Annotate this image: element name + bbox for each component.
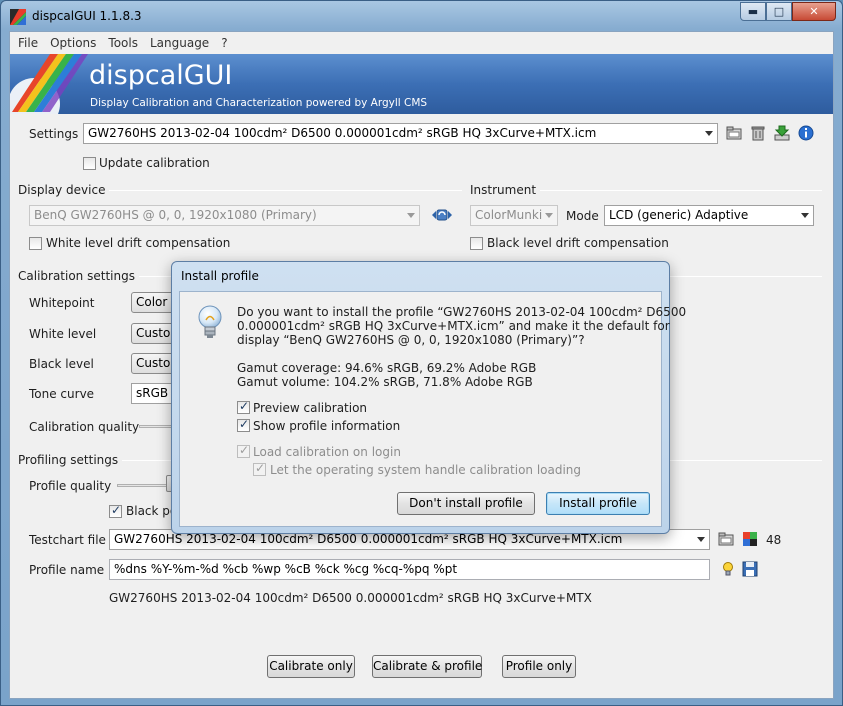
instrument-section: Instrument [470,183,822,197]
whitepoint-label: Whitepoint [29,296,95,310]
app-icon [10,9,26,25]
calibration-quality-label: Calibration quality [29,420,140,434]
instrument-value: ColorMunki [475,208,543,222]
refresh-icon[interactable] [431,207,453,223]
profile-quality-label: Profile quality [29,479,112,493]
display-device-heading: Display device [18,183,110,197]
download-icon[interactable] [774,125,790,141]
color-grid-icon[interactable] [742,531,758,547]
black-level-label: Black level [29,357,94,371]
chevron-down-icon [801,213,809,218]
info-icon[interactable] [798,125,814,141]
maximize-button[interactable]: □ [766,2,792,21]
display-device-select[interactable]: BenQ GW2760HS @ 0, 0, 1920x1080 (Primary… [29,205,420,226]
save-icon[interactable] [742,561,758,577]
folder-icon[interactable] [718,531,734,547]
display-device-value: BenQ GW2760HS @ 0, 0, 1920x1080 (Primary… [34,208,317,222]
dialog-message-line-2: 0.000001cdm² sRGB HQ 3xCurve+MTX.icm” an… [237,319,670,333]
settings-select[interactable]: GW2760HS 2013-02-04 100cdm² D6500 0.0000… [83,123,718,144]
trash-icon[interactable] [750,125,766,141]
menu-bar: File Options Tools Language ? [10,32,833,54]
os-handle-label: Let the operating system handle calibrat… [270,463,582,477]
black-drift-checkbox[interactable] [470,237,483,250]
profile-name-label: Profile name [29,563,105,577]
close-button[interactable]: ✕ [792,2,836,21]
update-calibration-label: Update calibration [99,156,210,170]
tone-curve-select[interactable]: sRGB [131,383,176,404]
folder-icon[interactable] [726,125,742,141]
dialog-message-line-3: display “BenQ GW2760HS @ 0, 0, 1920x1080… [237,333,585,347]
black-drift-label: Black level drift compensation [487,236,669,250]
window-controls: ▬ □ ✕ [740,2,836,22]
lightbulb-icon [198,305,222,338]
dialog-message-line-1: Do you want to install the profile “GW27… [237,305,687,319]
gamut-coverage: Gamut coverage: 94.6% sRGB, 69.2% Adobe … [237,361,537,375]
chevron-down-icon [697,537,705,542]
menu-tools[interactable]: Tools [102,36,144,50]
instrument-select[interactable]: ColorMunki [470,205,558,226]
black-point-checkbox[interactable] [109,503,122,518]
chevron-down-icon [705,131,713,136]
patch-count: 48 [766,533,782,547]
settings-label: Settings [29,127,79,141]
white-drift-checkbox[interactable] [29,237,42,250]
banner-title: dispcalGUI [89,60,233,91]
tone-curve-label: Tone curve [29,387,95,401]
logo-rainbow-icon [10,54,88,114]
title-bar[interactable]: dispcalGUI 1.1.8.3 ▬ □ ✕ [1,1,842,31]
whitepoint-select[interactable]: Color t [131,292,176,313]
white-level-select[interactable]: Custom [131,323,176,344]
gamut-volume: Gamut volume: 104.2% sRGB, 71.8% Adobe R… [237,375,533,389]
show-profile-info-label: Show profile information [253,419,401,433]
minimize-button[interactable]: ▬ [740,2,766,21]
white-level-label: White level [29,327,97,341]
install-profile-button[interactable]: Install profile [546,492,650,515]
dialog-body: Do you want to install the profile “GW27… [179,291,686,527]
show-profile-info-checkbox[interactable] [237,417,250,432]
dont-install-profile-button[interactable]: Don't install profile [397,492,535,515]
calibrate-only-button[interactable]: Calibrate only [267,655,355,678]
update-calibration-checkbox[interactable] [83,157,96,170]
menu-language[interactable]: Language [144,36,215,50]
menu-file[interactable]: File [12,36,44,50]
profile-name-input[interactable]: %dns %Y-%m-%d %cb %wp %cB %ck %cg %cq-%p… [109,559,710,580]
menu-help[interactable]: ? [215,36,233,50]
profiling-heading: Profiling settings [18,453,123,467]
testchart-value: GW2760HS 2013-02-04 100cdm² D6500 0.0000… [114,532,623,546]
menu-options[interactable]: Options [44,36,102,50]
banner-subtitle: Display Calibration and Characterization… [90,97,428,109]
instrument-heading: Instrument [470,183,541,197]
lightbulb-icon[interactable] [720,561,736,577]
install-profile-dialog: Install profile Do you want to install t… [171,261,686,534]
black-level-select[interactable]: Custom [131,353,176,374]
mode-select[interactable]: LCD (generic) Adaptive [604,205,814,226]
header-banner: dispcalGUI Display Calibration and Chara… [10,54,833,114]
calibrate-profile-button[interactable]: Calibrate & profile [372,655,482,678]
profile-name-preview: GW2760HS 2013-02-04 100cdm² D6500 0.0000… [109,591,592,605]
chevron-down-icon [545,213,553,218]
os-handle-checkbox[interactable] [253,461,266,476]
display-device-section: Display device [18,183,462,197]
calibration-heading: Calibration settings [18,269,139,283]
window-title: dispcalGUI 1.1.8.3 [32,9,142,23]
dialog-title: Install profile [181,269,259,283]
load-on-login-checkbox[interactable] [237,443,250,458]
profile-only-button[interactable]: Profile only [502,655,576,678]
preview-calibration-checkbox[interactable] [237,399,250,414]
mode-label: Mode [566,209,599,223]
white-drift-label: White level drift compensation [46,236,231,250]
testchart-label: Testchart file [29,533,106,547]
preview-calibration-label: Preview calibration [253,401,368,415]
mode-value: LCD (generic) Adaptive [609,208,749,222]
chevron-down-icon [407,213,415,218]
load-on-login-label: Load calibration on login [253,445,401,459]
settings-select-value: GW2760HS 2013-02-04 100cdm² D6500 0.0000… [88,126,597,140]
main-window: dispcalGUI 1.1.8.3 ▬ □ ✕ File Options To… [0,0,843,706]
